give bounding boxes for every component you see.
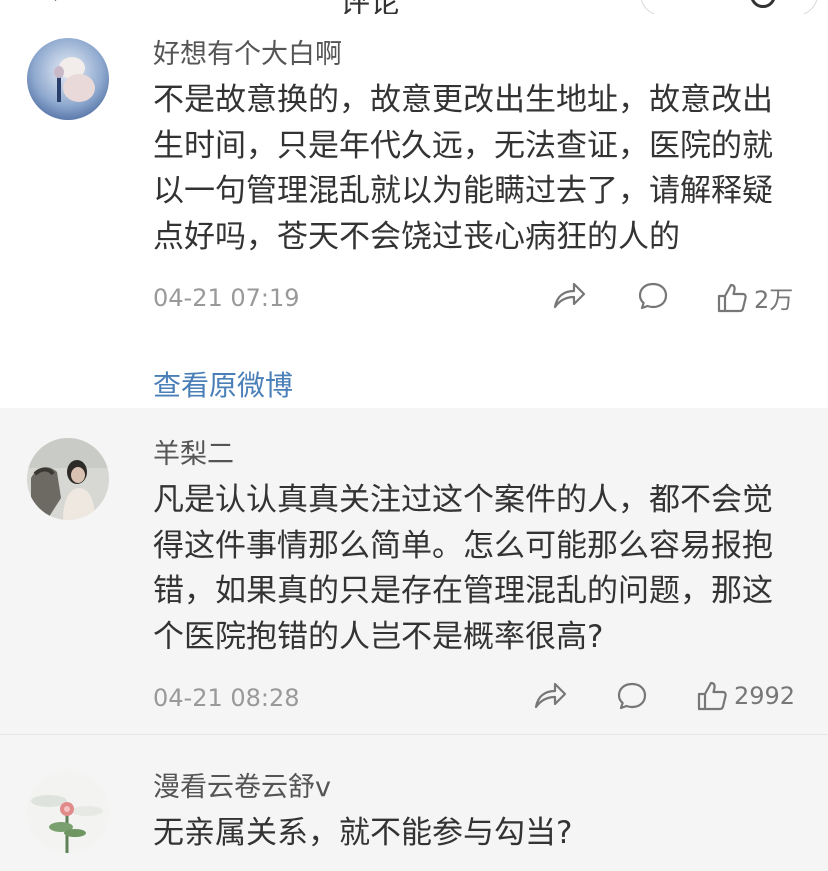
comment-item: 羊梨二 凡是认认真真关注过这个案件的人，都不会觉得这件事情那么简单。怎么可能那么…	[0, 408, 828, 734]
share-button[interactable]	[533, 680, 567, 710]
comment-text: 凡是认认真真关注过这个案件的人，都不会觉得这件事情那么简单。怎么可能那么容易报抱…	[153, 482, 773, 655]
avatar[interactable]	[27, 771, 109, 853]
comment-button[interactable]	[616, 680, 648, 712]
page-title: 评论	[340, 0, 400, 14]
like-count: 2992	[734, 682, 796, 710]
like-icon	[717, 283, 747, 312]
username[interactable]: 羊梨二	[153, 432, 234, 471]
view-original-link[interactable]: 查看原微博	[153, 364, 293, 404]
like-button[interactable]: 2992	[696, 680, 795, 712]
top-bar: 评论	[0, 0, 828, 14]
like-icon	[697, 681, 727, 711]
comment-time: 04-21 08:28	[153, 684, 300, 712]
like-button[interactable]: 2万	[716, 280, 793, 315]
comment-item: 漫看云卷云舒v 无亲属关系，就不能参与勾当?	[0, 734, 828, 871]
like-count: 2万	[754, 286, 794, 314]
menu-capsule[interactable]	[640, 0, 818, 14]
share-icon	[534, 682, 567, 709]
back-icon[interactable]	[42, 0, 69, 1]
share-button[interactable]	[552, 280, 586, 310]
comment-icon	[617, 682, 647, 710]
comment-text: 不是故意换的，故意更改出生地址，故意改出生时间，只是年代久远，无法查证，医院的就…	[153, 82, 773, 255]
avatar[interactable]	[27, 38, 109, 120]
avatar[interactable]	[27, 438, 109, 520]
comment-text: 无亲属关系，就不能参与勾当?	[153, 815, 573, 851]
username[interactable]: 漫看云卷云舒v	[153, 765, 331, 804]
username[interactable]: 好想有个大白啊	[153, 32, 342, 71]
comment-item: 好想有个大白啊 不是故意换的，故意更改出生地址，故意改出生时间，只是年代久远，无…	[0, 14, 828, 408]
comment-icon	[638, 282, 668, 310]
comment-time: 04-21 07:19	[153, 284, 300, 312]
comment-button[interactable]	[637, 280, 669, 312]
share-icon	[553, 282, 586, 309]
